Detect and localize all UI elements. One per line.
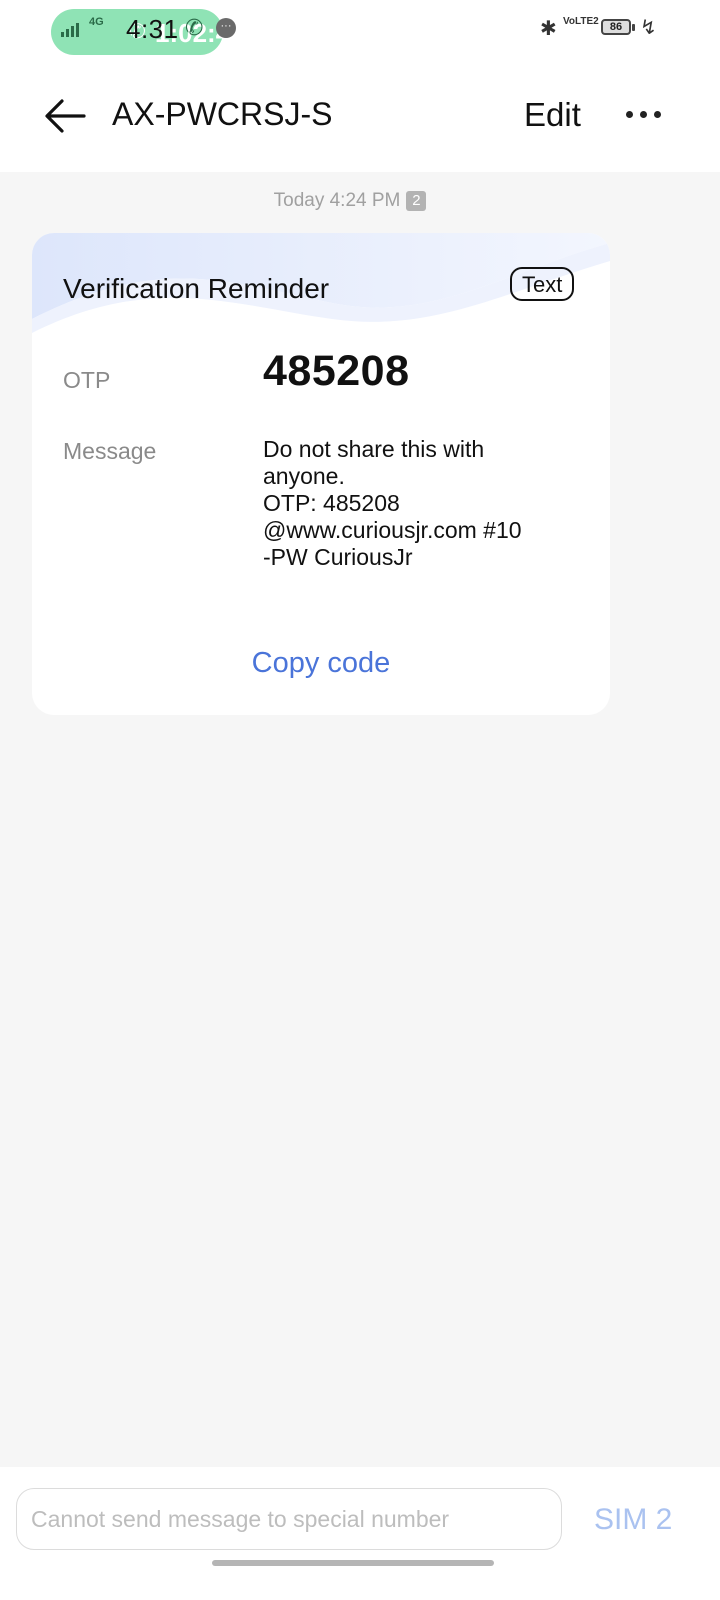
timestamp-text: Today 4:24 PM xyxy=(273,190,401,211)
edit-button[interactable]: Edit xyxy=(524,96,581,134)
more-options-icon[interactable] xyxy=(624,104,664,124)
charging-icon: ↯ xyxy=(640,17,657,39)
call-icon: ✆ xyxy=(185,15,204,40)
message-line: -PW CuriousJr xyxy=(263,544,413,570)
message-line: @www.curiousjr.com #10 xyxy=(263,517,522,543)
status-time: 4:31 xyxy=(126,14,179,44)
otp-label: OTP xyxy=(63,367,111,393)
message-line: Do not share this with xyxy=(263,436,485,462)
otp-value: 485208 xyxy=(263,347,410,395)
battery-icon: 86 xyxy=(601,19,631,35)
signal-strength-icon xyxy=(61,23,79,37)
bluetooth-icon: ✱ xyxy=(540,18,557,40)
conversation-title: AX-PWCRSJ-S xyxy=(112,96,333,132)
sim-select-button[interactable]: SIM 2 xyxy=(594,1503,672,1537)
otp-message-card[interactable]: Verification Reminder Text OTP 485208 Me… xyxy=(32,233,610,715)
message-line: OTP: 485208 xyxy=(263,490,400,516)
back-arrow-icon xyxy=(45,99,86,133)
volte-indicator: VoLTE2 xyxy=(563,16,599,27)
text-type-chip[interactable]: Text xyxy=(510,267,575,301)
back-button[interactable] xyxy=(40,94,90,138)
message-label: Message xyxy=(63,438,157,464)
message-timestamp: Today 4:24 PM 2 xyxy=(0,190,700,212)
message-body: Do not share this with anyone. OTP: 4852… xyxy=(263,436,563,571)
sim-badge: 2 xyxy=(406,191,427,211)
composer-bar: SIM 2 xyxy=(0,1467,720,1600)
card-title: Verification Reminder xyxy=(63,273,330,304)
message-input[interactable] xyxy=(16,1488,562,1550)
copy-code-button[interactable]: Copy code xyxy=(32,647,610,680)
network-type-label: 4G xyxy=(89,16,104,28)
notification-chat-icon: ··· xyxy=(216,18,236,38)
home-indicator[interactable] xyxy=(212,1560,494,1566)
battery-tip xyxy=(632,24,635,31)
message-line: anyone. xyxy=(263,463,345,489)
app-bar: AX-PWCRSJ-S Edit xyxy=(0,60,720,172)
status-bar: 4G ✆ 1:02:46 4:31 ✆ ··· ✱ VoLTE2 86 ↯ xyxy=(0,0,720,60)
